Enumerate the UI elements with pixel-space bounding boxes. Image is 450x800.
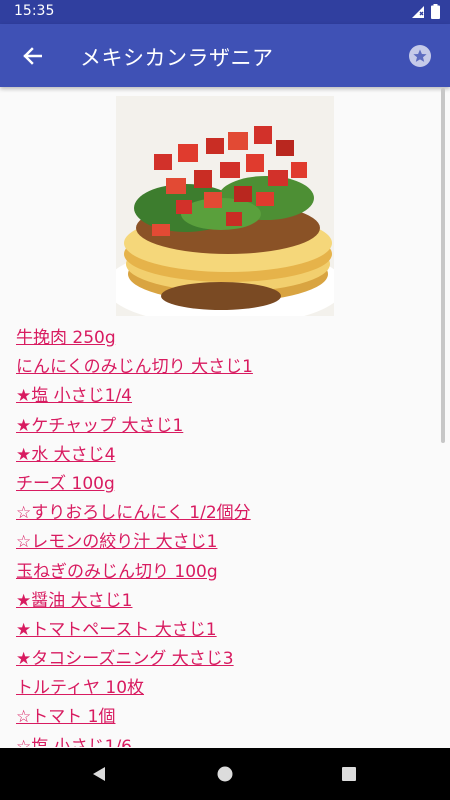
ingredient-link[interactable]: ★タコシーズニング 大さじ3 — [16, 645, 253, 674]
status-time: 15:35 — [14, 3, 55, 19]
app-bar: メキシカンラザニア — [0, 24, 450, 87]
nav-back-button[interactable] — [85, 760, 113, 788]
ingredient-link[interactable]: ☆レモンの絞り汁 大さじ1 — [16, 528, 253, 557]
ingredient-link[interactable]: トルティヤ 10枚 — [16, 674, 253, 703]
back-button[interactable] — [12, 36, 52, 76]
arrow-back-icon — [23, 47, 42, 65]
status-bar: 15:35 — [0, 0, 450, 24]
scrollbar[interactable] — [441, 88, 445, 443]
triangle-back-icon — [93, 767, 105, 781]
signal-icon — [412, 5, 424, 18]
status-icons — [411, 4, 440, 19]
nav-recents-button[interactable] — [335, 760, 363, 788]
recipe-photo — [116, 96, 334, 316]
lasagna-image — [116, 96, 334, 316]
ingredient-link[interactable]: チーズ 100g — [16, 470, 253, 499]
ingredient-link[interactable]: ★ケチャップ 大さじ1 — [16, 412, 253, 441]
ingredient-link[interactable]: 牛挽肉 250g — [16, 324, 253, 353]
ingredient-link[interactable]: ★醤油 大さじ1 — [16, 587, 253, 616]
battery-icon — [431, 4, 440, 19]
favorite-button[interactable] — [404, 40, 436, 72]
ingredient-link[interactable]: ☆すりおろしにんにく 1/2個分 — [16, 499, 253, 528]
page-title: メキシカンラザニア — [80, 46, 274, 70]
nav-home-button[interactable] — [211, 760, 239, 788]
ingredient-link[interactable]: ☆塩 小さじ1/6 — [16, 733, 253, 747]
square-recents-icon — [342, 767, 356, 781]
star-icon — [409, 45, 431, 67]
navigation-bar — [0, 748, 450, 800]
ingredient-list: 牛挽肉 250g にんにくのみじん切り 大さじ1 ★塩 小さじ1/4 ★ケチャッ… — [16, 324, 253, 747]
ingredient-link[interactable]: ☆トマト 1個 — [16, 703, 253, 732]
ingredient-link[interactable]: ★塩 小さじ1/4 — [16, 382, 253, 411]
recipe-content[interactable]: 牛挽肉 250g にんにくのみじん切り 大さじ1 ★塩 小さじ1/4 ★ケチャッ… — [0, 87, 450, 747]
ingredient-link[interactable]: にんにくのみじん切り 大さじ1 — [16, 353, 253, 382]
ingredient-link[interactable]: 玉ねぎのみじん切り 100g — [16, 558, 253, 587]
ingredient-link[interactable]: ★水 大さじ4 — [16, 441, 253, 470]
ingredient-link[interactable]: ★トマトペースト 大さじ1 — [16, 616, 253, 645]
circle-home-icon — [217, 766, 233, 782]
